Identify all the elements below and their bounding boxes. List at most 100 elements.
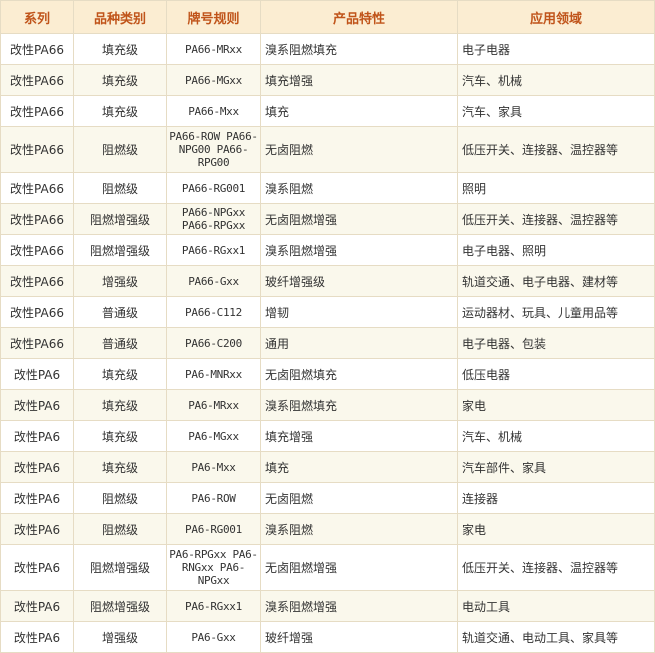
cell-grade-code: PA66-C200	[166, 327, 261, 359]
cell-applications: 汽车、家具	[457, 95, 655, 127]
cell-properties: 溴系阻燃填充	[260, 33, 458, 65]
cell-applications: 照明	[457, 172, 655, 204]
table-row: 改性PA66 阻燃增强级 PA66-RGxx1 溴系阻燃增强 电子电器、照明	[0, 234, 655, 266]
cell-series: 改性PA66	[0, 126, 74, 173]
cell-series: 改性PA66	[0, 203, 74, 235]
cell-category: 阻燃增强级	[73, 544, 167, 591]
cell-properties: 增韧	[260, 296, 458, 328]
cell-category: 填充级	[73, 33, 167, 65]
cell-series: 改性PA6	[0, 482, 74, 514]
cell-grade-code: PA66-RG001	[166, 172, 261, 204]
cell-properties: 填充增强	[260, 64, 458, 96]
cell-category: 普通级	[73, 327, 167, 359]
cell-series: 改性PA66	[0, 296, 74, 328]
product-table: 系列 品种类别 牌号规则 产品特性 应用领域 改性PA66 填充级 PA66-MRx…	[0, 0, 655, 653]
cell-grade-code: PA6-RGxx1	[166, 590, 261, 622]
cell-applications: 电子电器、照明	[457, 234, 655, 266]
cell-category: 阻燃级	[73, 172, 167, 204]
cell-series: 改性PA66	[0, 172, 74, 204]
cell-applications: 连接器	[457, 482, 655, 514]
cell-properties: 溴系阻燃	[260, 172, 458, 204]
cell-category: 填充级	[73, 451, 167, 483]
cell-series: 改性PA6	[0, 544, 74, 591]
cell-series: 改性PA6	[0, 621, 74, 653]
header-applications: 应用领域	[457, 0, 655, 34]
cell-series: 改性PA66	[0, 95, 74, 127]
cell-properties: 溴系阻燃填充	[260, 389, 458, 421]
cell-properties: 通用	[260, 327, 458, 359]
cell-applications: 电动工具	[457, 590, 655, 622]
cell-series: 改性PA66	[0, 327, 74, 359]
cell-applications: 低压开关、连接器、温控器等	[457, 126, 655, 173]
header-series: 系列	[0, 0, 74, 34]
cell-applications: 轨道交通、电动工具、家具等	[457, 621, 655, 653]
cell-category: 阻燃级	[73, 513, 167, 545]
cell-category: 阻燃增强级	[73, 203, 167, 235]
cell-applications: 汽车、机械	[457, 420, 655, 452]
cell-grade-code: PA6-MGxx	[166, 420, 261, 452]
cell-properties: 溴系阻燃增强	[260, 234, 458, 266]
cell-applications: 电子电器	[457, 33, 655, 65]
cell-applications: 低压电器	[457, 358, 655, 390]
cell-grade-code: PA66-RGxx1	[166, 234, 261, 266]
cell-series: 改性PA66	[0, 265, 74, 297]
cell-applications: 汽车、机械	[457, 64, 655, 96]
table-row: 改性PA66 阻燃级 PA66-ROW PA66-NPG00 PA66-RPG00 无…	[0, 126, 655, 173]
cell-series: 改性PA6	[0, 420, 74, 452]
cell-series: 改性PA66	[0, 234, 74, 266]
cell-grade-code: PA6-RG001	[166, 513, 261, 545]
cell-applications: 运动器材、玩具、儿童用品等	[457, 296, 655, 328]
cell-grade-code: PA6-RPGxx PA6-RNGxx PA6-NPGxx	[166, 544, 261, 591]
header-grade-rule: 牌号规则	[166, 0, 261, 34]
cell-properties: 无卤阻燃填充	[260, 358, 458, 390]
table-row: 改性PA6 阻燃级 PA6-RG001 溴系阻燃 家电	[0, 513, 655, 545]
cell-applications: 家电	[457, 513, 655, 545]
table-row: 改性PA6 阻燃增强级 PA6-RPGxx PA6-RNGxx PA6-NPGxx 无…	[0, 544, 655, 591]
cell-series: 改性PA6	[0, 590, 74, 622]
cell-grade-code: PA6-MRxx	[166, 389, 261, 421]
cell-properties: 无卤阻燃	[260, 126, 458, 173]
cell-properties: 填充	[260, 451, 458, 483]
cell-grade-code: PA66-Mxx	[166, 95, 261, 127]
cell-applications: 家电	[457, 389, 655, 421]
header-properties: 产品特性	[260, 0, 458, 34]
cell-properties: 溴系阻燃增强	[260, 590, 458, 622]
table-row: 改性PA66 填充级 PA66-MRxx 溴系阻燃填充 电子电器	[0, 33, 655, 65]
cell-properties: 无卤阻燃增强	[260, 544, 458, 591]
table-row: 改性PA6 填充级 PA6-MGxx 填充增强 汽车、机械	[0, 420, 655, 452]
cell-properties: 填充增强	[260, 420, 458, 452]
table-row: 改性PA6 填充级 PA6-MNRxx 无卤阻燃填充 低压电器	[0, 358, 655, 390]
cell-properties: 溴系阻燃	[260, 513, 458, 545]
cell-category: 填充级	[73, 389, 167, 421]
cell-properties: 玻纤增强级	[260, 265, 458, 297]
cell-series: 改性PA66	[0, 64, 74, 96]
table-body: 改性PA66 填充级 PA66-MRxx 溴系阻燃填充 电子电器 改性PA66 填充级 PA6…	[0, 33, 655, 653]
header-category: 品种类别	[73, 0, 167, 34]
table-row: 改性PA66 阻燃级 PA66-RG001 溴系阻燃 照明	[0, 172, 655, 204]
cell-grade-code: PA66-ROW PA66-NPG00 PA66-RPG00	[166, 126, 261, 173]
cell-category: 阻燃级	[73, 126, 167, 173]
cell-grade-code: PA6-MNRxx	[166, 358, 261, 390]
cell-grade-code: PA6-Mxx	[166, 451, 261, 483]
table-row: 改性PA66 阻燃增强级 PA66-NPGxx PA66-RPGxx 无卤阻燃增强 低压…	[0, 203, 655, 235]
cell-grade-code: PA66-Gxx	[166, 265, 261, 297]
cell-category: 增强级	[73, 265, 167, 297]
cell-grade-code: PA66-C112	[166, 296, 261, 328]
table-row: 改性PA66 普通级 PA66-C200 通用 电子电器、包装	[0, 327, 655, 359]
cell-category: 普通级	[73, 296, 167, 328]
cell-properties: 填充	[260, 95, 458, 127]
cell-category: 增强级	[73, 621, 167, 653]
cell-applications: 低压开关、连接器、温控器等	[457, 544, 655, 591]
cell-grade-code: PA66-MRxx	[166, 33, 261, 65]
table-row: 改性PA66 填充级 PA66-MGxx 填充增强 汽车、机械	[0, 64, 655, 96]
table-row: 改性PA66 增强级 PA66-Gxx 玻纤增强级 轨道交通、电子电器、建材等	[0, 265, 655, 297]
cell-grade-code: PA66-NPGxx PA66-RPGxx	[166, 203, 261, 235]
cell-category: 填充级	[73, 358, 167, 390]
cell-category: 填充级	[73, 420, 167, 452]
table-row: 改性PA6 阻燃级 PA6-ROW 无卤阻燃 连接器	[0, 482, 655, 514]
table-header-row: 系列 品种类别 牌号规则 产品特性 应用领域	[0, 0, 655, 34]
cell-series: 改性PA6	[0, 451, 74, 483]
cell-series: 改性PA6	[0, 513, 74, 545]
cell-category: 阻燃增强级	[73, 234, 167, 266]
cell-properties: 无卤阻燃	[260, 482, 458, 514]
